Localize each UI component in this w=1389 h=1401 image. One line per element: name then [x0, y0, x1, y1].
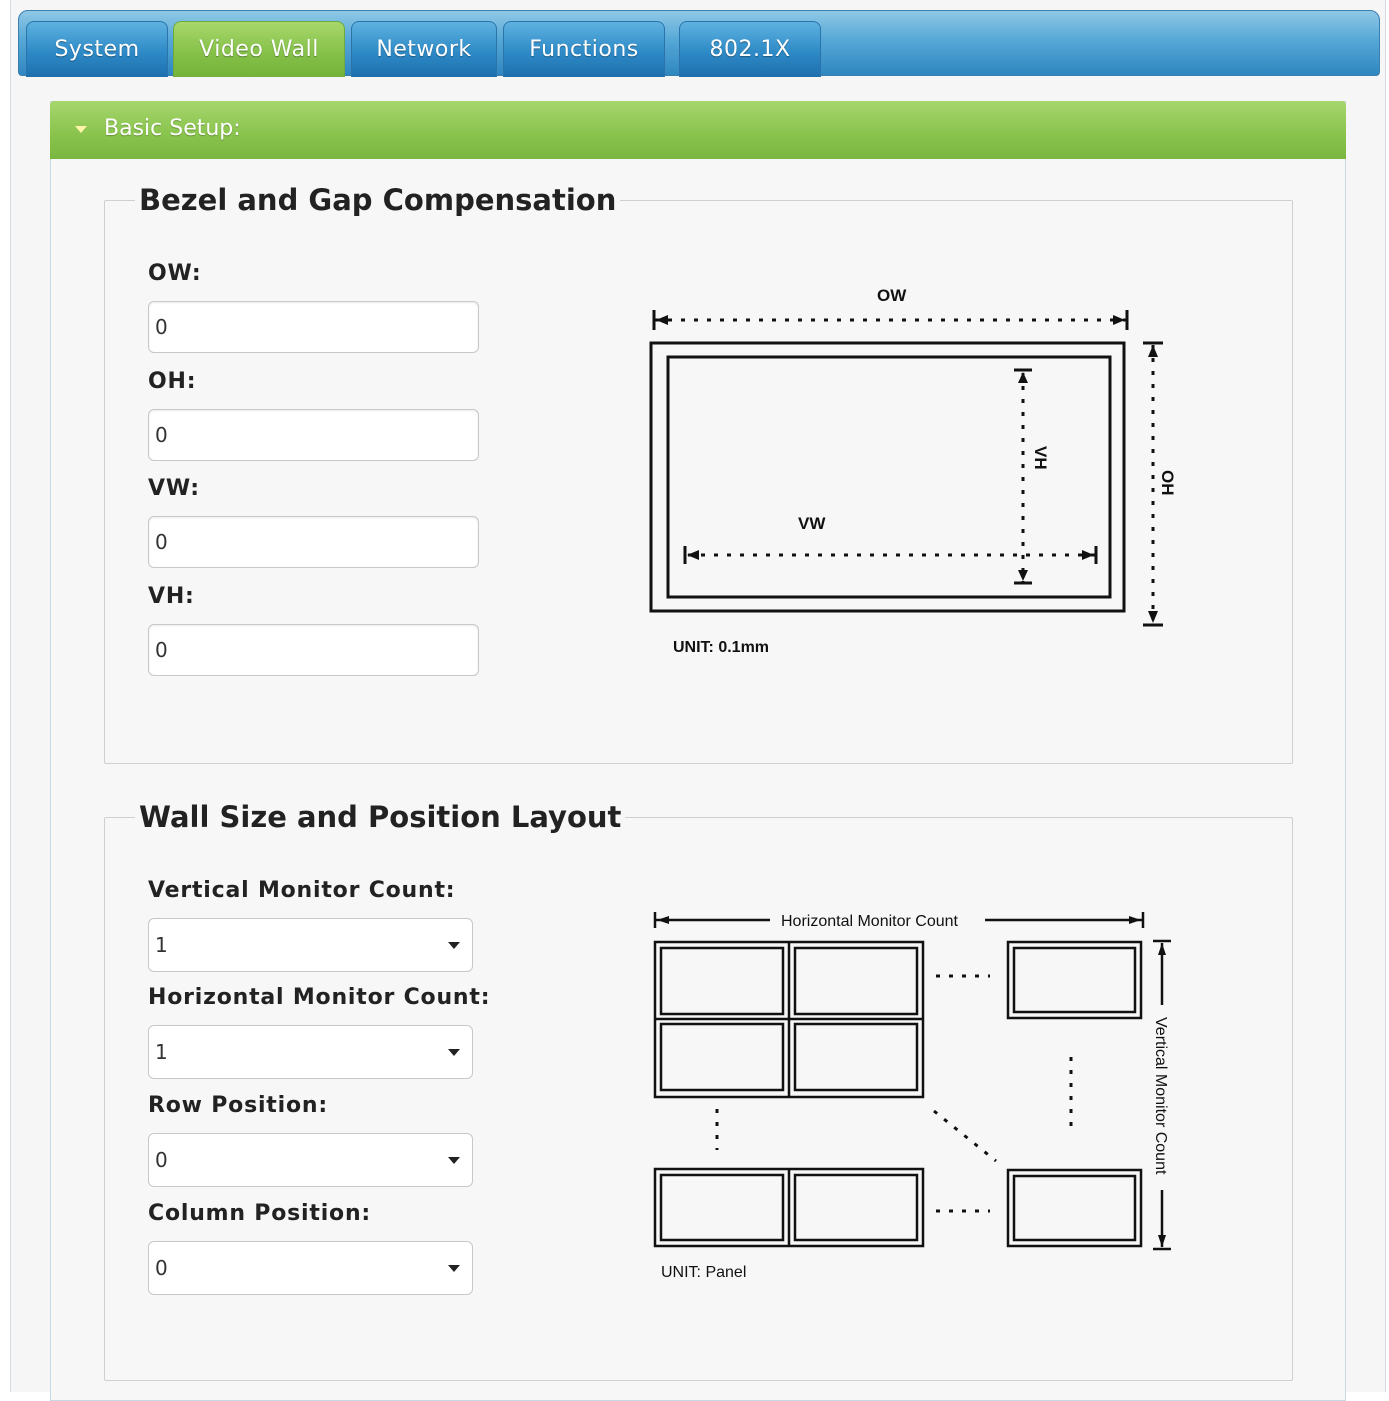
vertical-count-diagram-label: Vertical Monitor Count: [1152, 1017, 1169, 1175]
horizontal-count-value: 1: [155, 1040, 168, 1064]
tab-8021x[interactable]: 802.1X: [679, 21, 821, 77]
vertical-count-label: Vertical Monitor Count:: [148, 878, 456, 903]
ow-diagram-label: OW: [877, 286, 907, 305]
row-position-label: Row Position:: [148, 1093, 328, 1118]
row-position-value: 0: [155, 1148, 168, 1172]
horizontal-count-label: Horizontal Monitor Count:: [148, 985, 491, 1010]
chevron-down-icon: [448, 1157, 460, 1164]
vh-diagram-label: VH: [1031, 446, 1050, 470]
tab-functions[interactable]: Functions: [503, 21, 665, 77]
ow-input[interactable]: [148, 301, 479, 353]
tab-system[interactable]: System: [26, 21, 168, 77]
vw-input[interactable]: [148, 516, 479, 568]
vw-label: VW:: [148, 476, 200, 501]
column-position-value: 0: [155, 1256, 168, 1280]
oh-diagram-label: OH: [1158, 470, 1177, 496]
chevron-down-icon: [448, 1265, 460, 1272]
basic-setup-header[interactable]: Basic Setup:: [50, 101, 1346, 159]
ow-label: OW:: [148, 261, 202, 286]
vh-label: VH:: [148, 584, 195, 609]
section-title: Basic Setup:: [104, 116, 241, 141]
oh-label: OH:: [148, 369, 197, 394]
bezel-unit-label: UNIT: 0.1mm: [673, 639, 769, 656]
wall-unit-label: UNIT: Panel: [661, 1264, 746, 1281]
vh-input[interactable]: [148, 624, 479, 676]
wall-diagram: Horizontal Monitor Count Vertical Monito…: [653, 912, 1171, 1281]
column-position-select[interactable]: 0: [148, 1241, 473, 1295]
bezel-diagram: OW VW VH OH UNIT: 0.1mm: [649, 286, 1177, 656]
tab-network[interactable]: Network: [351, 21, 497, 77]
vertical-count-value: 1: [155, 933, 168, 957]
wall-legend: Wall Size and Position Layout: [139, 800, 622, 834]
vertical-count-select[interactable]: 1: [148, 918, 473, 972]
vw-diagram-label: VW: [798, 514, 826, 533]
caret-down-icon: [75, 126, 87, 133]
bezel-legend: Bezel and Gap Compensation: [139, 183, 617, 217]
chevron-down-icon: [448, 1049, 460, 1056]
horizontal-count-diagram-label: Horizontal Monitor Count: [781, 913, 959, 930]
column-position-label: Column Position:: [148, 1201, 372, 1226]
horizontal-count-select[interactable]: 1: [148, 1025, 473, 1079]
chevron-down-icon: [448, 942, 460, 949]
row-position-select[interactable]: 0: [148, 1133, 473, 1187]
tab-video-wall[interactable]: Video Wall: [173, 21, 345, 77]
oh-input[interactable]: [148, 409, 479, 461]
